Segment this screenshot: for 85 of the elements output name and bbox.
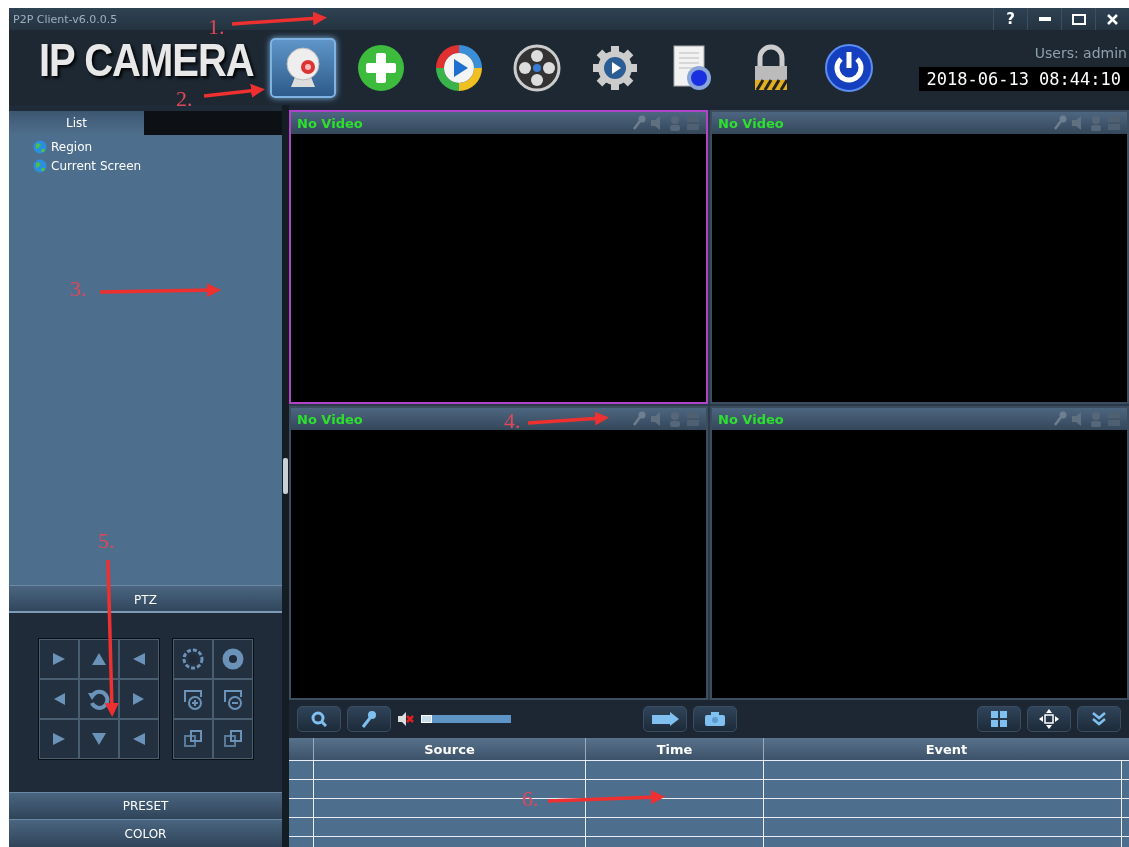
close-icon — [1107, 13, 1118, 25]
person-icon — [668, 115, 682, 131]
overlap-squares-icon — [183, 729, 203, 750]
annotation-number: 3. — [70, 276, 87, 302]
double-chevron-icon — [1091, 711, 1107, 727]
toolbar-button[interactable] — [269, 37, 336, 98]
record-button[interactable] — [643, 706, 687, 732]
split-window-icon — [1107, 115, 1121, 131]
ptz-button[interactable] — [79, 719, 119, 760]
microphone-icon — [1053, 411, 1067, 427]
section-header[interactable]: PRESET — [9, 791, 282, 820]
ptz-button[interactable] — [213, 719, 253, 760]
muted-speaker-icon[interactable] — [397, 711, 415, 727]
date-time: 2018-06-13 08:44:10 — [918, 66, 1129, 91]
zoom-out-icon — [222, 688, 244, 711]
annotation-arrow — [203, 83, 265, 98]
grid-icon — [990, 710, 1008, 728]
user-label: Users: admin — [1034, 44, 1128, 61]
annotation-number: 5. — [98, 528, 115, 554]
ptz-button[interactable] — [39, 719, 79, 760]
minimize-icon — [1038, 16, 1051, 22]
split-window-icon — [686, 115, 700, 131]
aperture-icon — [222, 648, 244, 671]
magnifier-icon — [311, 711, 327, 727]
video-status: No Video — [297, 411, 363, 427]
section-header[interactable]: COLOR — [9, 819, 282, 847]
ptz-button[interactable] — [173, 679, 213, 720]
maximize-icon — [1071, 13, 1086, 25]
annotation-number: 4. — [504, 408, 521, 434]
ptz-button[interactable] — [79, 679, 119, 720]
ptz-button[interactable] — [173, 719, 213, 760]
aperture-icon — [182, 648, 204, 671]
talk-button[interactable] — [347, 706, 391, 732]
ptz-button[interactable] — [39, 679, 79, 720]
film-reel-icon — [512, 43, 561, 92]
microphone-icon — [361, 710, 377, 728]
app-logo: IP CAMERA — [39, 37, 254, 83]
microphone-icon — [1053, 115, 1067, 131]
tree-item[interactable]: Current Screen — [51, 159, 142, 174]
split-window-icon — [686, 411, 700, 427]
zoom-in-icon — [182, 688, 204, 711]
video-status: No Video — [297, 115, 363, 131]
tree-item[interactable]: Region — [51, 140, 93, 155]
overlap-squares-icon — [223, 729, 243, 750]
rotate-icon — [87, 687, 111, 712]
ptz-button[interactable] — [119, 719, 159, 760]
microphone-icon — [632, 115, 646, 131]
zoom-button[interactable] — [297, 706, 341, 732]
more-button[interactable] — [1077, 706, 1121, 732]
ptz-button[interactable] — [213, 679, 253, 720]
video-status: No Video — [718, 411, 784, 427]
plus-icon — [356, 43, 405, 92]
video-status: No Video — [718, 115, 784, 131]
globe-icon — [33, 159, 47, 174]
ptz-button[interactable] — [119, 679, 159, 720]
person-icon — [1089, 411, 1103, 427]
split-window-icon — [1107, 411, 1121, 427]
video-panel[interactable]: No Video — [710, 406, 1129, 700]
layout-button[interactable] — [977, 706, 1021, 732]
ptz-button[interactable] — [119, 639, 159, 680]
camera-icon — [704, 711, 726, 727]
microphone-icon — [632, 411, 646, 427]
person-icon — [1089, 115, 1103, 131]
ptz-button[interactable] — [79, 639, 119, 680]
annotation-number: 2. — [176, 86, 193, 112]
section-header[interactable]: PTZ — [9, 585, 282, 614]
ptz-button[interactable] — [39, 639, 79, 680]
gear-icon — [590, 43, 639, 92]
volume-slider[interactable] — [421, 715, 511, 723]
fullscreen-button[interactable] — [1027, 706, 1071, 732]
splitter-handle[interactable] — [283, 458, 288, 494]
video-camera-icon — [650, 711, 680, 727]
play-icon — [434, 43, 483, 92]
window-title: P2P Client-v6.0.0.5 — [13, 12, 118, 26]
power-icon — [824, 43, 873, 92]
snapshot-button[interactable] — [693, 706, 737, 732]
video-panel[interactable]: No Video — [289, 110, 708, 404]
annotation-number: 1. — [208, 14, 225, 40]
ptz-button[interactable] — [173, 639, 213, 680]
video-panel[interactable]: No Video — [710, 110, 1129, 404]
list-tab[interactable]: List — [9, 111, 144, 135]
person-icon — [668, 411, 682, 427]
move-arrows-icon — [1039, 709, 1059, 729]
ptz-button[interactable] — [213, 639, 253, 680]
globe-icon — [33, 140, 47, 155]
